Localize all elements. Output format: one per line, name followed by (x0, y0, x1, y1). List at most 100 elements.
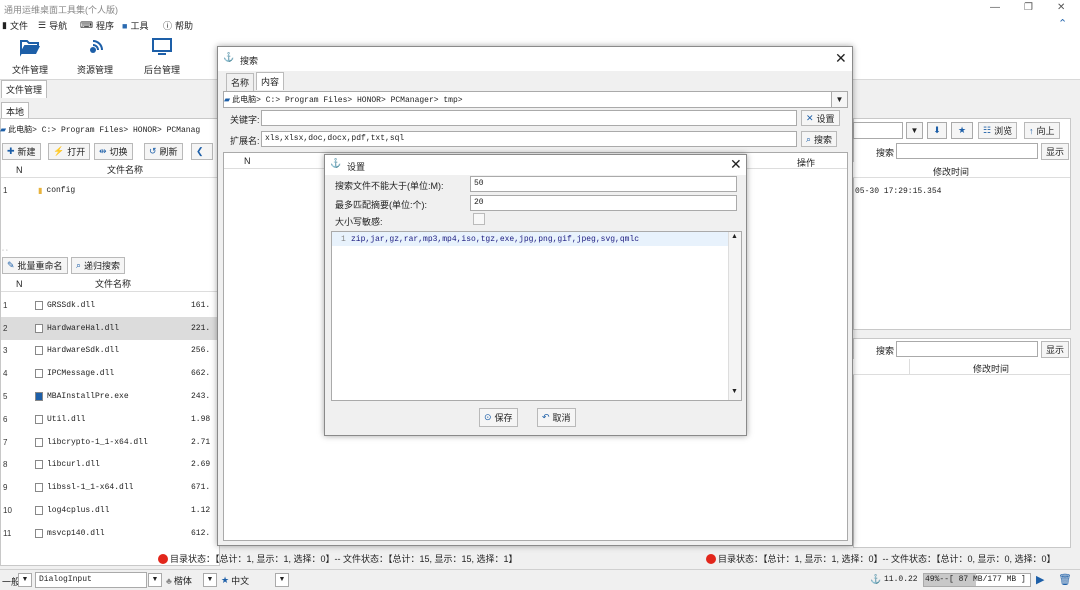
row-name: libssl-1_1-x64.dll (47, 483, 134, 493)
table-row[interactable]: 3 HardwareSdk.dll 256. (1, 340, 220, 363)
right-search-input[interactable] (896, 143, 1038, 159)
title-bar: 通用运维桌面工具集(个人版) — ❐ ✕ (0, 0, 1080, 16)
font-select[interactable]: DialogInput (35, 572, 147, 588)
star-icon[interactable]: ★ (951, 122, 973, 139)
menu-nav[interactable]: ☰ 导航 (38, 19, 67, 32)
settings-button[interactable]: ✕ 设置 (801, 110, 840, 126)
menu-program[interactable]: ⌨ 程序 (80, 19, 114, 32)
menu-file[interactable]: ▮ 文件 (2, 19, 28, 32)
splitter[interactable]: ◦ ◦ (0, 248, 220, 256)
folder-icon: ▰ (0, 125, 7, 134)
row-size: 256. (191, 346, 211, 356)
menu-tools[interactable]: ■ 工具 (122, 19, 148, 32)
table-row[interactable]: 2 HardwareHal.dll 221. (1, 316, 220, 340)
row-name: log4cplus.dll (47, 506, 110, 516)
status-dot-icon (158, 554, 168, 564)
table-row[interactable]: 6 Util.dll 1.98 (1, 408, 220, 431)
table-row[interactable]: 1 ▮ config (1, 179, 220, 202)
save-button[interactable]: ⊙ 保存 (479, 408, 518, 427)
up-button[interactable]: ↑ 向上 (1024, 122, 1060, 139)
table-row[interactable]: 4 IPCMessage.dll 662. (1, 362, 220, 385)
plus-icon: ✚ (7, 146, 15, 156)
new-button-label: 新建 (17, 147, 36, 157)
right-search-input-2[interactable] (896, 341, 1038, 357)
font-dropdown-icon[interactable]: ▼ (148, 573, 162, 587)
search-button[interactable]: ⌕ 搜索 (801, 131, 838, 147)
download-icon[interactable]: ⬇ (927, 122, 947, 139)
exclude-editor[interactable]: 1 zip,jar,gz,rar,mp3,mp4,iso,tgz,exe,jpg… (331, 231, 742, 401)
table-row[interactable]: 9 libssl-1_1-x64.dll 671. (1, 476, 220, 499)
switch-button[interactable]: ⇹ 切换 (94, 143, 133, 160)
row-number: 11 (3, 528, 12, 538)
max-size-input[interactable]: 50 (470, 176, 737, 192)
show-button[interactable]: 显示 (1041, 143, 1070, 160)
style-select[interactable]: ♣ 楷体 (166, 574, 192, 587)
row-size: 671. (191, 483, 211, 493)
tab-file-mgmt[interactable]: 文件管理 (1, 80, 48, 98)
menu-help[interactable]: ⓘ 帮助 (163, 19, 193, 32)
general-dropdown-icon[interactable]: ▼ (18, 573, 32, 587)
refresh-button[interactable]: ↺ 刷新 (144, 143, 183, 160)
trash-icon[interactable]: 🗑 (1058, 573, 1072, 586)
open-button-label: 打开 (67, 147, 86, 157)
ribbon-backend-mgmt[interactable]: 后台管理 (132, 37, 192, 76)
path-dropdown-icon[interactable]: ▼ (831, 91, 848, 108)
keyword-input[interactable] (261, 110, 797, 126)
lang-select[interactable]: ★ 中文 (221, 574, 249, 587)
row-number: 7 (3, 437, 8, 447)
style-dropdown-icon[interactable]: ▼ (203, 573, 217, 587)
ribbon-resource-mgmt[interactable]: 资源管理 (65, 37, 125, 76)
close-window-icon[interactable]: ✕ (1057, 2, 1065, 13)
new-button[interactable]: ✚ 新建 (2, 143, 41, 160)
batch-rename-button[interactable]: ✎ 批量重命名 (2, 257, 68, 274)
collapse-ribbon-icon[interactable]: ⌃ (1058, 17, 1067, 30)
lang-dropdown-icon[interactable]: ▼ (275, 573, 289, 587)
file-table-header: N 文件名称 (1, 276, 220, 292)
table-row[interactable]: 10 log4cplus.dll 1.12 (1, 499, 220, 522)
refresh-icon: ↺ (149, 146, 157, 156)
scroll-up-icon[interactable]: ▲ (731, 233, 738, 240)
row-name: GRSSdk.dll (47, 300, 96, 310)
tab-content[interactable]: 内容 (256, 72, 285, 90)
row-size: 662. (191, 369, 211, 379)
max-summary-input[interactable]: 20 (470, 195, 737, 211)
row-size: 612. (191, 528, 211, 538)
table-row[interactable]: 7 libcrypto-1_1-x64.dll 2.71 (1, 431, 220, 454)
editor-scrollbar[interactable]: ▲ ▼ (728, 232, 741, 400)
table-row[interactable]: 5 MBAInstallPre.exe 243. (1, 385, 220, 408)
back-button[interactable]: ❮ (191, 143, 213, 160)
row-mod-time: 05-30 17:29:15.354 (855, 187, 942, 196)
cancel-button[interactable]: ↶ 取消 (537, 408, 576, 427)
search-icon: ⌕ (806, 133, 812, 144)
col-divider (909, 359, 910, 374)
table-row[interactable]: 1 GRSSdk.dll 161. (1, 294, 220, 317)
scroll-down-icon[interactable]: ▼ (731, 388, 738, 395)
list-icon: ☷ (983, 125, 992, 135)
lightning-icon: ⚡ (53, 146, 65, 156)
path-dropdown-icon[interactable]: ▼ (906, 122, 923, 139)
show-button-2[interactable]: 显示 (1041, 341, 1070, 358)
recursive-search-button[interactable]: ⌕ 递归搜索 (71, 257, 126, 274)
close-icon[interactable]: ✕ (835, 50, 847, 67)
close-icon[interactable]: ✕ (730, 156, 742, 173)
ribbon-file-mgmt[interactable]: 文件管理 (0, 37, 60, 76)
table-row[interactable]: 8 libcurl.dll 2.69 (1, 454, 220, 477)
case-sensitive-checkbox[interactable] (473, 213, 485, 225)
pencil-icon: ✎ (7, 260, 15, 270)
table-row[interactable]: 11 msvcp140.dll 612. (1, 522, 220, 545)
open-button[interactable]: ⚡ 打开 (48, 143, 91, 160)
ext-input[interactable]: xls,xlsx,doc,docx,pdf,txt,sql (261, 131, 797, 147)
minimize-icon[interactable]: — (990, 2, 1000, 13)
monitor-icon (152, 38, 172, 55)
browse-button[interactable]: ☷ 浏览 (978, 122, 1018, 139)
restore-icon[interactable]: ❐ (1024, 2, 1033, 13)
play-icon[interactable]: ▶ (1036, 573, 1044, 586)
col-mod-time-2: 修改时间 (973, 364, 1010, 374)
left-breadcrumb[interactable]: ▰ 此电脑> C:> Program Files> HONOR> PCManag (0, 124, 220, 135)
row-size: 1.98 (191, 414, 211, 424)
right-path-field[interactable] (853, 122, 903, 139)
search-path-field[interactable]: ▰ 此电脑> C:> Program Files> HONOR> PCManage… (223, 91, 848, 108)
right-table-header: 修改时间 (853, 162, 1070, 178)
file-icon (35, 460, 43, 470)
tab-name[interactable]: 名称 (226, 73, 255, 91)
